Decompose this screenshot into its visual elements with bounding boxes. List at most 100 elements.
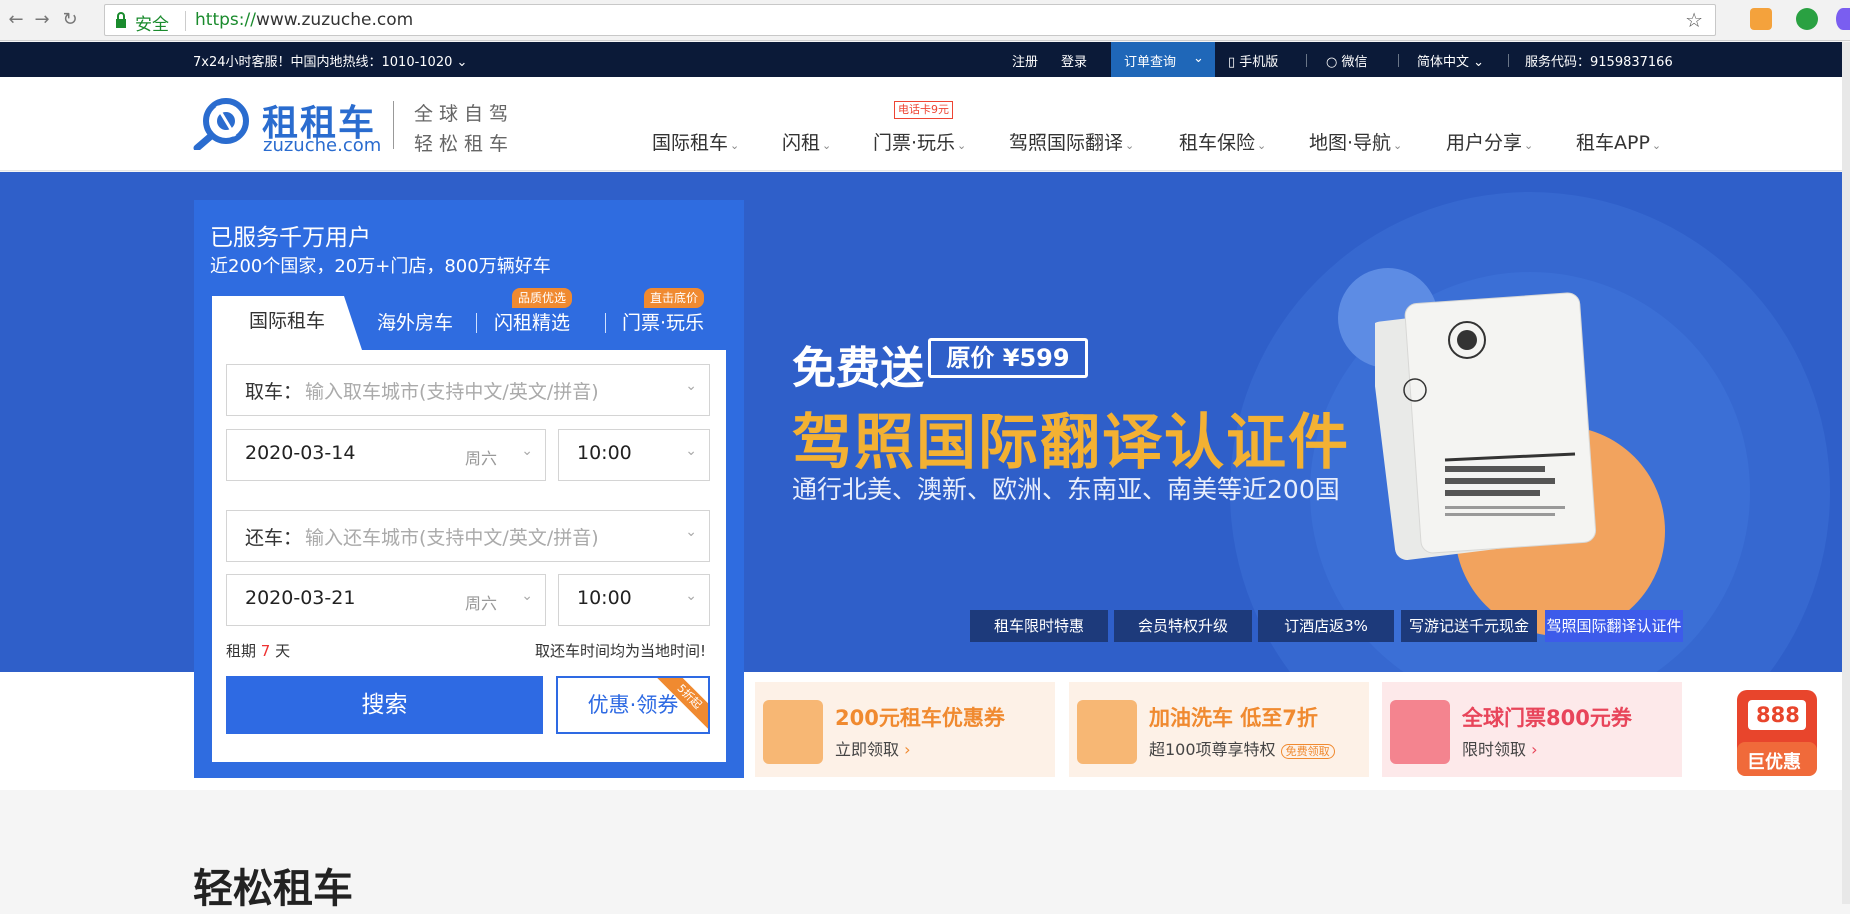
gift-badge[interactable]: 888 巨优惠	[1734, 672, 1820, 780]
url-protocol: https://	[195, 10, 256, 30]
pickup-weekday: 周六	[465, 449, 498, 468]
wechat-icon: ○	[1326, 55, 1338, 70]
promo-card-sub-text: 超100项尊享特权	[1149, 740, 1276, 759]
nav-international-rental[interactable]: 国际租车 ⌄	[652, 128, 739, 155]
search-button[interactable]: 搜索	[226, 676, 543, 734]
coupon-icon	[763, 700, 823, 764]
nav-license-translation[interactable]: 驾照国际翻译 ⌄	[1009, 128, 1134, 155]
slogan-line2: 轻松租车	[414, 133, 515, 155]
chevron-down-icon: ⌄	[1257, 139, 1267, 152]
rental-duration-prefix: 租期	[226, 642, 257, 660]
nav-insurance[interactable]: 租车保险 ⌄	[1179, 128, 1266, 155]
nav-label: 国际租车	[652, 132, 729, 154]
coupon-button[interactable]: 优惠·领券 5折起	[556, 676, 710, 734]
chevron-down-icon: ⌄	[1125, 139, 1135, 152]
lowest-price-tag: 直击底价	[644, 288, 705, 308]
profile-icon[interactable]	[1836, 8, 1850, 30]
return-date-input[interactable]: 2020-03-21 周六 ⌄	[226, 574, 546, 626]
pickup-city-input[interactable]: 取车： 输入取车城市(支持中文/英文/拼音) ⌄	[226, 364, 710, 416]
gift-label: 巨优惠	[1747, 752, 1801, 773]
login-link[interactable]: 登录	[1061, 51, 1087, 70]
banner-tab[interactable]: 订酒店返3%	[1258, 610, 1394, 642]
chevron-down-icon: ⌄	[1473, 55, 1485, 70]
url-host: www.zuzuche.com	[255, 10, 414, 30]
easy-rental-section: 轻松租车	[0, 790, 1850, 912]
pickup-date-input[interactable]: 2020-03-14 周六 ⌄	[226, 429, 546, 481]
divider	[1306, 54, 1307, 67]
banner-tab[interactable]: 会员特权升级	[1114, 610, 1252, 642]
pickup-time: 10:00	[577, 442, 632, 464]
tab-flash-selection[interactable]: 闪租精选	[494, 308, 570, 335]
chevron-down-icon: ⌄	[521, 443, 533, 459]
hotline-text[interactable]: 7x24小时客服！中国内地热线：1010-1020 ⌄	[193, 51, 467, 70]
shield-extension-icon[interactable]	[1796, 8, 1818, 30]
page-scrollbar[interactable]	[1842, 42, 1850, 904]
chevron-down-icon: ⌄	[1193, 51, 1204, 66]
chevron-down-icon: ⌄	[456, 55, 468, 70]
register-link[interactable]: 注册	[1012, 51, 1038, 70]
nav-app[interactable]: 租车APP ⌄	[1576, 128, 1661, 155]
order-query-label: 订单查询	[1124, 55, 1177, 70]
forward-icon[interactable]: →	[30, 8, 54, 32]
promo-card-tickets[interactable]: 全球门票800元券 限时领取 ›	[1382, 682, 1682, 777]
return-weekday: 周六	[465, 594, 498, 613]
promo-subtitle: 通行北美、澳新、欧洲、东南亚、南美等近200国	[792, 475, 1340, 504]
search-form: 取车： 输入取车城市(支持中文/英文/拼音) ⌄ 2020-03-14 周六 ⌄…	[212, 350, 726, 762]
local-time-note: 取还车时间均为当地时间!	[534, 642, 706, 660]
language-select[interactable]: 简体中文 ⌄	[1417, 51, 1484, 70]
nav-user-share[interactable]: 用户分享 ⌄	[1446, 128, 1533, 155]
return-city-input[interactable]: 还车： 输入还车城市(支持中文/英文/拼音) ⌄	[226, 510, 710, 562]
banner-tab-active[interactable]: 驾照国际翻译认证件	[1545, 610, 1683, 642]
logo-domain[interactable]: zuzuche.com	[263, 135, 381, 156]
promo-card-rental-coupon[interactable]: 200元租车优惠券 立即领取 ›	[755, 682, 1055, 777]
rental-days-count: 7	[260, 642, 271, 660]
promo-card-sub: 限时领取 ›	[1462, 736, 1538, 760]
tab-tickets-fun[interactable]: 门票·玩乐	[622, 308, 704, 335]
address-bar[interactable]: 安全 https://www.zuzuche.com ☆	[104, 4, 1716, 36]
nav-map-navigation[interactable]: 地图·导航 ⌄	[1309, 128, 1402, 155]
nav-label: 驾照国际翻译	[1009, 132, 1124, 154]
bookmark-star-icon[interactable]: ☆	[1685, 8, 1703, 32]
return-date: 2020-03-21	[245, 587, 356, 609]
lock-icon	[116, 12, 126, 28]
mobile-label: 手机版	[1239, 55, 1279, 70]
promo-card-sub: 立即领取 ›	[835, 736, 911, 760]
url-text[interactable]: https://www.zuzuche.com	[195, 10, 413, 30]
promo-card-title: 全球门票800元券	[1462, 706, 1632, 730]
promo-card-sub: 超100项尊享特权 免费领取	[1149, 736, 1335, 760]
divider	[605, 313, 606, 333]
language-label: 简体中文	[1417, 55, 1470, 70]
back-icon[interactable]: ←	[4, 8, 28, 32]
ticket-icon	[1390, 700, 1450, 764]
service-code: 服务代码：9159837166	[1525, 55, 1673, 70]
chevron-down-icon: ⌄	[685, 378, 697, 394]
hotline-label: 7x24小时客服！中国内地热线：1010-1020	[193, 55, 453, 70]
divider	[185, 11, 186, 31]
nav-flash-rental[interactable]: 闪租 ⌄	[782, 128, 831, 155]
logo-icon[interactable]	[193, 98, 255, 150]
return-label: 还车：	[245, 527, 303, 549]
promo-card-fuel-wash[interactable]: 加油洗车 低至7折 超100项尊享特权 免费领取	[1069, 682, 1369, 777]
reload-icon[interactable]: ↻	[58, 8, 82, 32]
wechat-link[interactable]: ○ 微信	[1326, 51, 1368, 70]
pickup-time-select[interactable]: 10:00 ⌄	[558, 429, 710, 481]
extension-icon[interactable]	[1750, 8, 1772, 30]
chevron-down-icon: ⌄	[1651, 139, 1662, 152]
order-query-menu[interactable]: 订单查询 ⌄	[1111, 42, 1215, 77]
slogan-line1: 全球自驾	[414, 103, 515, 125]
return-time-select[interactable]: 10:00 ⌄	[558, 574, 710, 626]
free-claim-badge: 免费领取	[1280, 744, 1335, 759]
site-header: 租租车 zuzuche.com 全球自驾 轻松租车 电话卡9元 国际租车 ⌄ 闪租…	[0, 77, 1850, 171]
panel-subtitle: 近200个国家，20万+门店，800万辆好车	[210, 256, 551, 277]
tab-international-rental[interactable]: 国际租车	[212, 296, 362, 350]
banner-tab[interactable]: 租车限时特惠	[970, 610, 1108, 642]
chevron-down-icon: ⌄	[730, 139, 740, 152]
secure-label: 安全	[135, 15, 169, 35]
tab-overseas-rv[interactable]: 海外房车	[377, 308, 453, 335]
mobile-link[interactable]: ▯ 手机版	[1228, 51, 1278, 70]
chevron-down-icon: ⌄	[957, 139, 967, 152]
divider	[1508, 54, 1509, 67]
banner-tab[interactable]: 写游记送千元现金	[1401, 610, 1537, 642]
nav-tickets[interactable]: 门票·玩乐 ⌄	[873, 128, 966, 155]
search-panel: 已服务千万用户 近200个国家，20万+门店，800万辆好车 国际租车 海外房车…	[194, 200, 744, 778]
